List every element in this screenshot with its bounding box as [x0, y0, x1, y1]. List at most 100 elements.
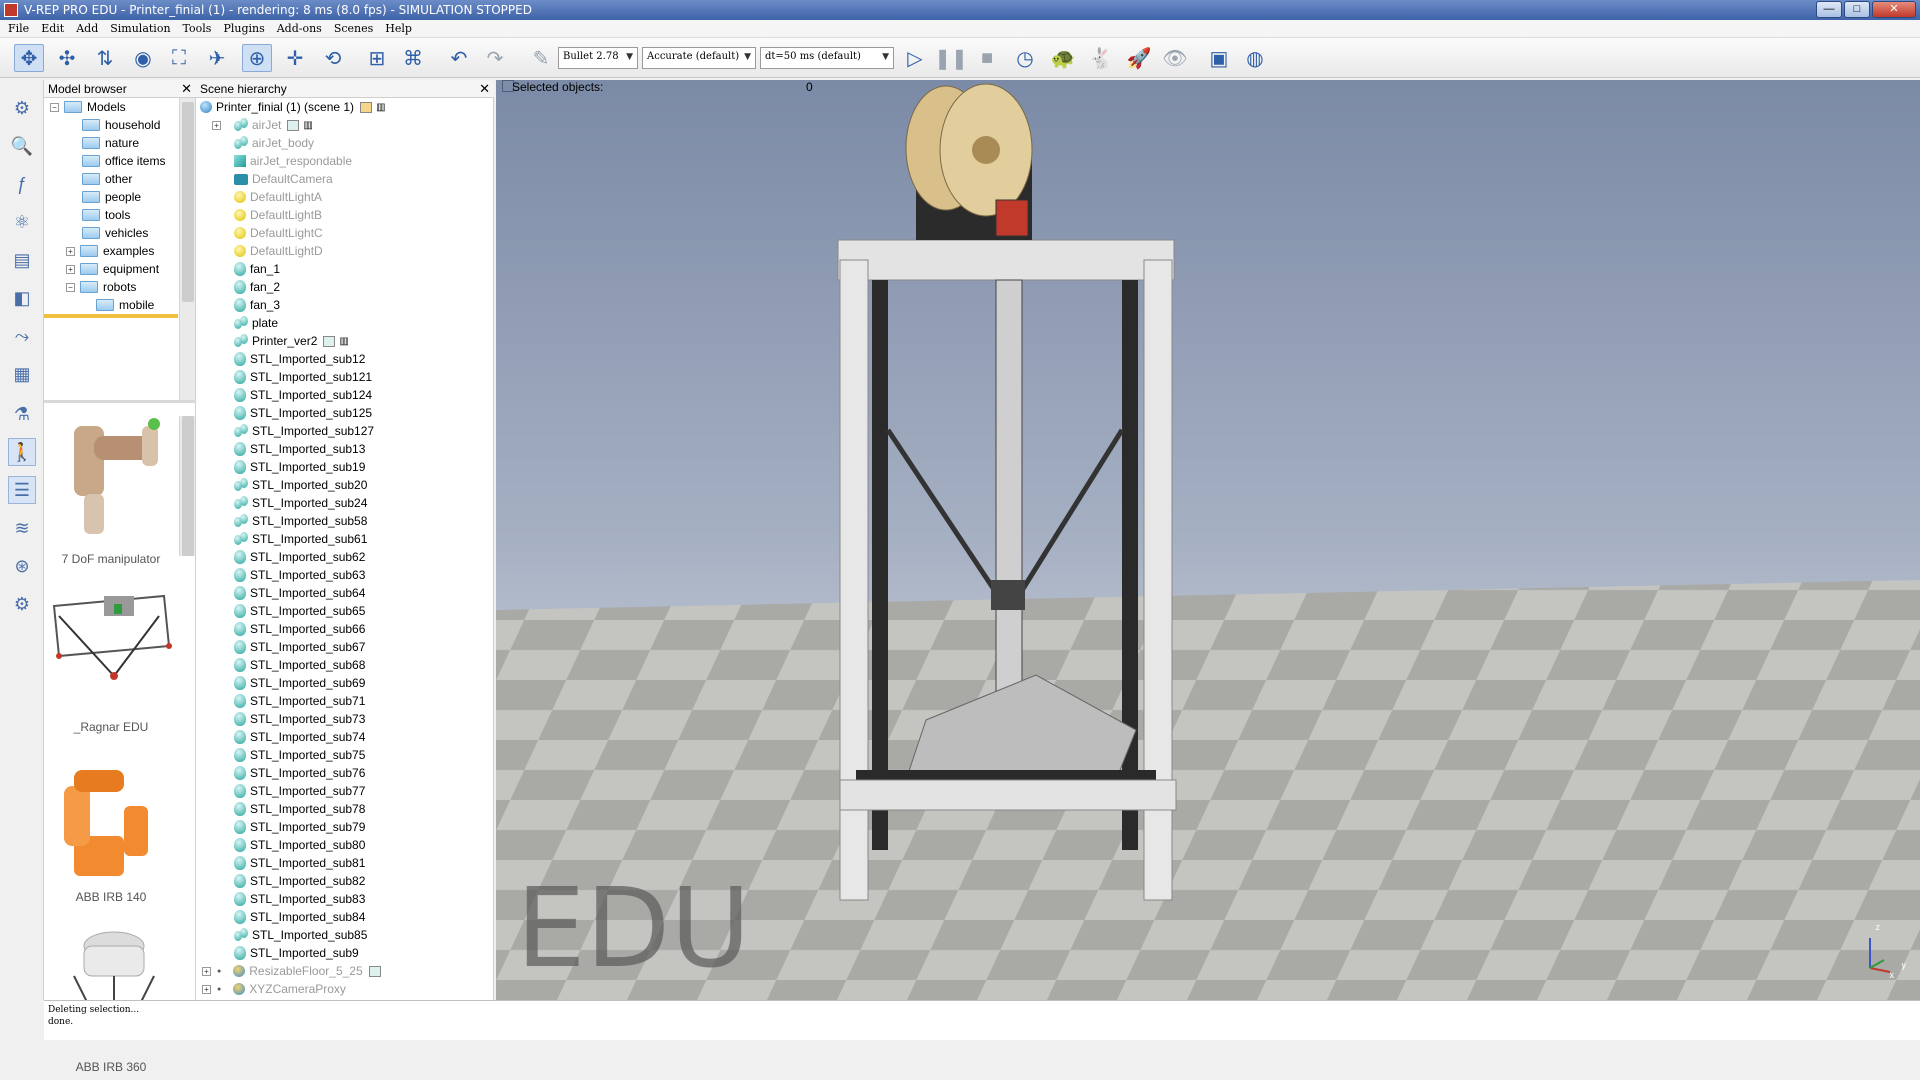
tree-item-other[interactable]: other [82, 170, 132, 188]
camera-angle-icon[interactable]: ◉ [128, 44, 158, 72]
scene-object-row[interactable]: STL_Imported_sub77 [234, 782, 365, 800]
script-icon[interactable]: ƒ [8, 170, 36, 198]
expand-icon[interactable]: + [66, 264, 75, 274]
scene-object-row[interactable]: fan_2 [234, 278, 280, 296]
scene-object-row[interactable]: STL_Imported_sub83 [234, 890, 365, 908]
scene-object-row[interactable]: STL_Imported_sub24 [234, 494, 367, 512]
scrollbar-thumb[interactable] [182, 416, 194, 556]
speed-up-icon[interactable]: 🐇 [1086, 44, 1116, 72]
dynamic-badge-icon[interactable]: ▥ [339, 336, 348, 347]
close-icon[interactable]: ✕ [479, 81, 490, 97]
close-icon[interactable]: ✕ [181, 81, 192, 97]
visualization-toggle-icon[interactable]: 👁 [1160, 44, 1190, 72]
expand-icon[interactable]: + [212, 120, 221, 130]
scene-object-row[interactable]: STL_Imported_sub9 [234, 944, 359, 962]
tree-item-models[interactable]: − Models [50, 98, 126, 116]
stop-simulation-icon[interactable]: ■ [972, 44, 1002, 72]
scene-object-row[interactable]: STL_Imported_sub65 [234, 602, 365, 620]
script-badge-icon[interactable] [287, 119, 300, 131]
scene-object-row[interactable]: STL_Imported_sub62 [234, 548, 365, 566]
model-browser-icon[interactable]: 🚶 [8, 438, 36, 466]
camera-rotate-icon[interactable]: ✣ [52, 44, 82, 72]
menu-file[interactable]: File [8, 22, 29, 35]
tree-item-equipment[interactable]: + equipment [66, 260, 159, 278]
scene-object-row[interactable]: STL_Imported_sub82 [234, 872, 365, 890]
scene-object-row[interactable]: STL_Imported_sub76 [234, 764, 365, 782]
tree-item-people[interactable]: people [82, 188, 141, 206]
dynamic-badge-icon[interactable]: ▥ [376, 102, 385, 113]
tree-item-office-items[interactable]: office items [82, 152, 165, 170]
scene-object-row[interactable]: STL_Imported_sub73 [234, 710, 365, 728]
scene-object-row[interactable]: DefaultLightC [234, 224, 323, 242]
menu-plugins[interactable]: Plugins [223, 22, 264, 35]
scene-object-row[interactable]: STL_Imported_sub19 [234, 458, 365, 476]
calculation-modules-icon[interactable]: ⚛ [8, 208, 36, 236]
undo-icon[interactable]: ↶ [444, 44, 474, 72]
menu-addons[interactable]: Add-ons [277, 22, 322, 35]
tree-item-mobile[interactable]: mobile [96, 296, 154, 314]
scene-object-row[interactable]: STL_Imported_sub121 [234, 368, 372, 386]
scene-object-row[interactable]: STL_Imported_sub69 [234, 674, 365, 692]
scene-object-row[interactable]: airJet_body [234, 134, 314, 152]
scene-object-row[interactable]: STL_Imported_sub66 [234, 620, 365, 638]
scene-object-row[interactable]: Printer_ver2 ▥ [234, 332, 349, 350]
realtime-mode-icon[interactable]: ◷ [1010, 44, 1040, 72]
fit-to-view-icon[interactable]: ⛶ [164, 44, 194, 72]
search-icon[interactable]: 🔍 [8, 132, 36, 160]
menu-help[interactable]: Help [385, 22, 412, 35]
model-7dof-manipulator[interactable]: 7 DoF manipulator [44, 416, 178, 576]
menu-scenes[interactable]: Scenes [334, 22, 373, 35]
scene-hierarchy-icon[interactable]: ☰ [8, 476, 36, 504]
thread-rendering-icon[interactable]: 🚀 [1124, 44, 1154, 72]
scene-object-row[interactable]: STL_Imported_sub78 [234, 800, 365, 818]
expand-icon[interactable]: + [202, 984, 211, 994]
scene-object-row[interactable]: fan_3 [234, 296, 280, 314]
scene-viewport[interactable]: Selected objects: 0 EDU z x y [496, 80, 1920, 1000]
tree-item-examples[interactable]: + examples [66, 242, 154, 260]
scene-object-row[interactable]: STL_Imported_sub68 [234, 656, 365, 674]
scene-object-row[interactable]: STL_Imported_sub20 [234, 476, 367, 494]
scene-object-row[interactable]: STL_Imported_sub80 [234, 836, 365, 854]
engine-accuracy-dropdown[interactable]: Accurate (default) ▼ [642, 47, 756, 69]
tree-item-household[interactable]: household [82, 116, 160, 134]
panel-splitter[interactable] [44, 400, 196, 403]
collapse-icon[interactable]: − [50, 102, 59, 112]
scene-object-row[interactable]: airJet_respondable [234, 152, 352, 170]
video-recorder-icon[interactable]: ⊛ [8, 552, 36, 580]
dynamics-icon[interactable]: ✎ [526, 44, 556, 72]
scene-object-row[interactable]: STL_Imported_sub63 [234, 566, 365, 584]
scene-object-row[interactable]: STL_Imported_sub75 [234, 746, 365, 764]
scene-object-row[interactable]: STL_Imported_sub61 [234, 530, 367, 548]
model-ragnar-edu[interactable]: _Ragnar EDU [44, 586, 178, 746]
scene-layers-icon[interactable]: ▣ [1204, 44, 1234, 72]
path-edit-icon[interactable]: ⤳ [8, 322, 36, 350]
physics-engine-dropdown[interactable]: Bullet 2.78 ▼ [558, 47, 638, 69]
scene-root[interactable]: Printer_finial (1) (scene 1) ▥ [200, 98, 386, 116]
scene-object-row[interactable]: + airJet ▥ [212, 116, 313, 134]
redo-icon[interactable]: ↷ [480, 44, 510, 72]
tree-item-nature[interactable]: nature [82, 134, 139, 152]
scene-object-row[interactable]: + ● ResizableFloor_5_25 [202, 962, 381, 980]
user-settings-icon[interactable]: ⚙ [8, 590, 36, 618]
tree-item-tools[interactable]: tools [82, 206, 130, 224]
scene-object-row[interactable]: STL_Imported_sub81 [234, 854, 365, 872]
scene-object-row[interactable]: DefaultCamera [234, 170, 333, 188]
folder-tree-scrollbar[interactable] [179, 98, 195, 400]
object-shift-icon[interactable]: ✛ [280, 44, 310, 72]
fly-icon[interactable]: ✈ [202, 44, 232, 72]
pause-simulation-icon[interactable]: ❚❚ [934, 44, 968, 72]
camera-view-icon[interactable]: ◍ [1240, 44, 1270, 72]
tree-item-vehicles[interactable]: vehicles [82, 224, 148, 242]
scrollbar-thumb[interactable] [182, 102, 194, 302]
close-button[interactable]: ✕ [1872, 1, 1916, 18]
scene-object-row[interactable]: STL_Imported_sub79 [234, 818, 365, 836]
scene-object-row[interactable]: STL_Imported_sub74 [234, 728, 365, 746]
scene-object-row[interactable]: STL_Imported_sub124 [234, 386, 372, 404]
expand-icon[interactable]: + [202, 966, 211, 976]
scene-object-row[interactable]: STL_Imported_sub13 [234, 440, 365, 458]
menu-tools[interactable]: Tools [183, 22, 212, 35]
scene-object-row[interactable]: STL_Imported_sub71 [234, 692, 365, 710]
scene-object-row[interactable]: DefaultLightA [234, 188, 322, 206]
transfer-dna-icon[interactable]: ⌘ [398, 44, 428, 72]
simulation-settings-icon[interactable]: ⚙ [8, 94, 36, 122]
